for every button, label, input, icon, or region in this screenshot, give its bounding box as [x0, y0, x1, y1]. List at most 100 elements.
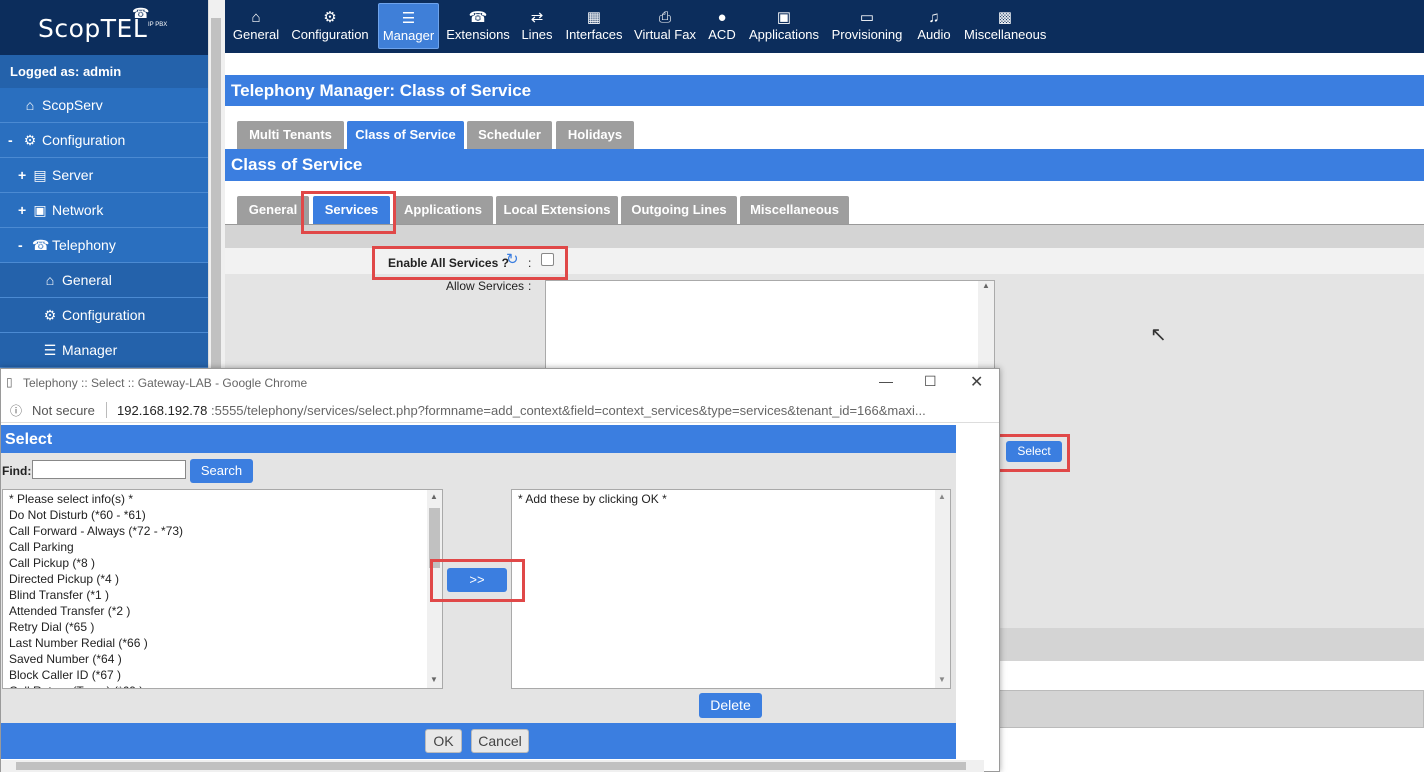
popup-header: Select	[1, 425, 956, 453]
enable-all-services-checkbox[interactable]	[541, 253, 554, 266]
sidebar-item-configuration-sub[interactable]: ⚙ Configuration	[0, 298, 208, 333]
gear-icon: ⚙	[43, 307, 57, 323]
nav-configuration[interactable]: ⚙ Configuration	[289, 3, 371, 49]
url-path: :5555/telephony/services/select.php?form…	[211, 403, 926, 418]
available-services-list[interactable]: * Please select info(s) * Do Not Disturb …	[2, 489, 443, 689]
phone-logo-icon: ☎	[132, 5, 150, 21]
url-host: 192.168.192.78	[117, 403, 208, 418]
nav-applications[interactable]: ▣ Applications	[746, 3, 822, 49]
delete-button[interactable]: Delete	[699, 693, 762, 718]
move-right-button[interactable]: >>	[447, 568, 507, 592]
info-icon[interactable]: ⓘ	[10, 402, 22, 419]
sidebar-item-label: Configuration	[62, 307, 146, 323]
tab-local-extensions[interactable]: Local Extensions	[496, 196, 618, 224]
select-button[interactable]: Select	[1006, 441, 1062, 462]
tab-scheduler[interactable]: Scheduler	[467, 121, 552, 149]
popup-right-gutter	[956, 425, 984, 760]
nav-general[interactable]: ⌂ General	[230, 3, 282, 49]
nav-interfaces[interactable]: ▦ Interfaces	[564, 3, 624, 49]
scroll-down-icon[interactable]: ▼	[430, 675, 438, 684]
list-item[interactable]: Block Caller ID (*67 )	[3, 667, 442, 683]
close-icon[interactable]: ✕	[970, 372, 983, 392]
nav-lines[interactable]: ⇄ Lines	[518, 3, 556, 49]
nav-acd[interactable]: ● ACD	[706, 3, 738, 49]
tab-class-of-service[interactable]: Class of Service	[347, 121, 464, 149]
nav-provisioning[interactable]: ▭ Provisioning	[830, 3, 904, 49]
tab-services[interactable]: Services	[313, 196, 390, 224]
tab-holidays[interactable]: Holidays	[556, 121, 634, 149]
list-item[interactable]: Last Number Redial (*66 )	[3, 635, 442, 651]
scroll-down-icon[interactable]: ▼	[938, 675, 946, 684]
tab-general[interactable]: General	[237, 196, 309, 224]
applications-icon: ▣	[776, 9, 792, 26]
nav-virtual-fax[interactable]: ⎙ Virtual Fax	[632, 3, 698, 49]
sidebar-scrollbar-thumb[interactable]	[211, 18, 221, 368]
scroll-up-icon[interactable]: ▲	[430, 492, 438, 501]
popup-horizontal-scrollbar-thumb[interactable]	[16, 762, 966, 770]
tab-multi-tenants[interactable]: Multi Tenants	[237, 121, 344, 149]
list-item[interactable]: Blind Transfer (*1 )	[3, 587, 442, 603]
allow-services-listbox[interactable]	[545, 280, 995, 376]
sidebar-item-configuration[interactable]: - ⚙ Configuration	[0, 123, 208, 158]
server-icon: ▤	[33, 167, 47, 183]
sidebar-item-scopserv[interactable]: ⌂ ScopServ	[0, 88, 208, 123]
provisioning-icon: ▭	[859, 9, 875, 26]
list-icon: ☰	[401, 10, 416, 27]
find-input[interactable]	[32, 460, 186, 479]
list-item[interactable]: Call Pickup (*8 )	[3, 555, 442, 571]
sidebar-item-label: Telephony	[52, 237, 116, 253]
scroll-up-icon[interactable]: ▲	[938, 492, 946, 501]
ok-button[interactable]: OK	[425, 729, 462, 753]
nav-manager[interactable]: ☰ Manager	[378, 3, 439, 49]
collapse-icon[interactable]: -	[18, 237, 32, 253]
list-item[interactable]: * Please select info(s) *	[3, 491, 442, 507]
maximize-icon[interactable]: ☐	[924, 373, 937, 390]
allow-services-label: Allow Services	[446, 279, 525, 293]
sidebar-item-telephony[interactable]: - ☎ Telephony	[0, 228, 208, 263]
expand-icon[interactable]: +	[18, 167, 32, 183]
selected-list-scrollbar[interactable]	[935, 490, 950, 688]
home-icon: ⌂	[25, 97, 35, 113]
listbox-scrollbar[interactable]: ▲	[978, 281, 994, 375]
enable-all-services-label: Enable All Services ?	[388, 256, 509, 270]
nav-miscellaneous[interactable]: ▩ Miscellaneous	[964, 3, 1046, 49]
find-label: Find:	[2, 464, 32, 478]
selected-services-list[interactable]: * Add these by clicking OK *	[511, 489, 951, 689]
refresh-icon[interactable]: ↻	[506, 250, 519, 268]
list-icon: ☰	[43, 342, 57, 358]
fax-icon: ⎙	[658, 9, 671, 26]
nav-extensions[interactable]: ☎ Extensions	[446, 3, 510, 49]
tab-applications[interactable]: Applications	[393, 196, 493, 224]
list-item[interactable]: Do Not Disturb (*60 - *61)	[3, 507, 442, 523]
network-icon: ▣	[33, 202, 47, 218]
sidebar-item-network[interactable]: + ▣ Network	[0, 193, 208, 228]
list-item[interactable]: Retry Dial (*65 )	[3, 619, 442, 635]
collapse-icon[interactable]: -	[8, 132, 22, 148]
sidebar-item-manager[interactable]: ☰ Manager	[0, 333, 208, 368]
list-item[interactable]: Attended Transfer (*2 )	[3, 603, 442, 619]
list-item[interactable]: Call Parking	[3, 539, 442, 555]
sidebar-item-general[interactable]: ⌂ General	[0, 263, 208, 298]
list-item[interactable]: Directed Pickup (*4 )	[3, 571, 442, 587]
sidebar-item-label: Configuration	[42, 132, 126, 148]
cancel-button[interactable]: Cancel	[471, 729, 529, 753]
page-title: Telephony Manager: Class of Service	[225, 75, 1424, 106]
tab-outgoing-lines[interactable]: Outgoing Lines	[621, 196, 737, 224]
search-button[interactable]: Search	[190, 459, 253, 483]
expand-icon[interactable]: +	[18, 202, 32, 218]
available-list-scrollbar-thumb[interactable]	[429, 508, 440, 568]
list-item[interactable]: Call Forward - Always (*72 - *73)	[3, 523, 442, 539]
list-item[interactable]: Saved Number (*64 )	[3, 651, 442, 667]
tab-miscellaneous[interactable]: Miscellaneous	[740, 196, 849, 224]
interfaces-icon: ▦	[586, 9, 602, 26]
list-item[interactable]: Call Return (Trace) (*69 )	[3, 683, 442, 688]
colon-separator: :	[528, 279, 532, 293]
logo-subtitle: IP PBX	[148, 22, 168, 28]
colon-separator: :	[528, 256, 532, 270]
minimize-icon[interactable]: —	[879, 373, 893, 389]
popup-window-title: Telephony :: Select :: Gateway-LAB - Goo…	[23, 376, 308, 390]
list-item[interactable]: * Add these by clicking OK *	[512, 491, 950, 507]
nav-audio[interactable]: ♫ Audio	[912, 3, 956, 49]
sidebar-item-server[interactable]: + ▤ Server	[0, 158, 208, 193]
home-icon: ⌂	[45, 272, 55, 288]
